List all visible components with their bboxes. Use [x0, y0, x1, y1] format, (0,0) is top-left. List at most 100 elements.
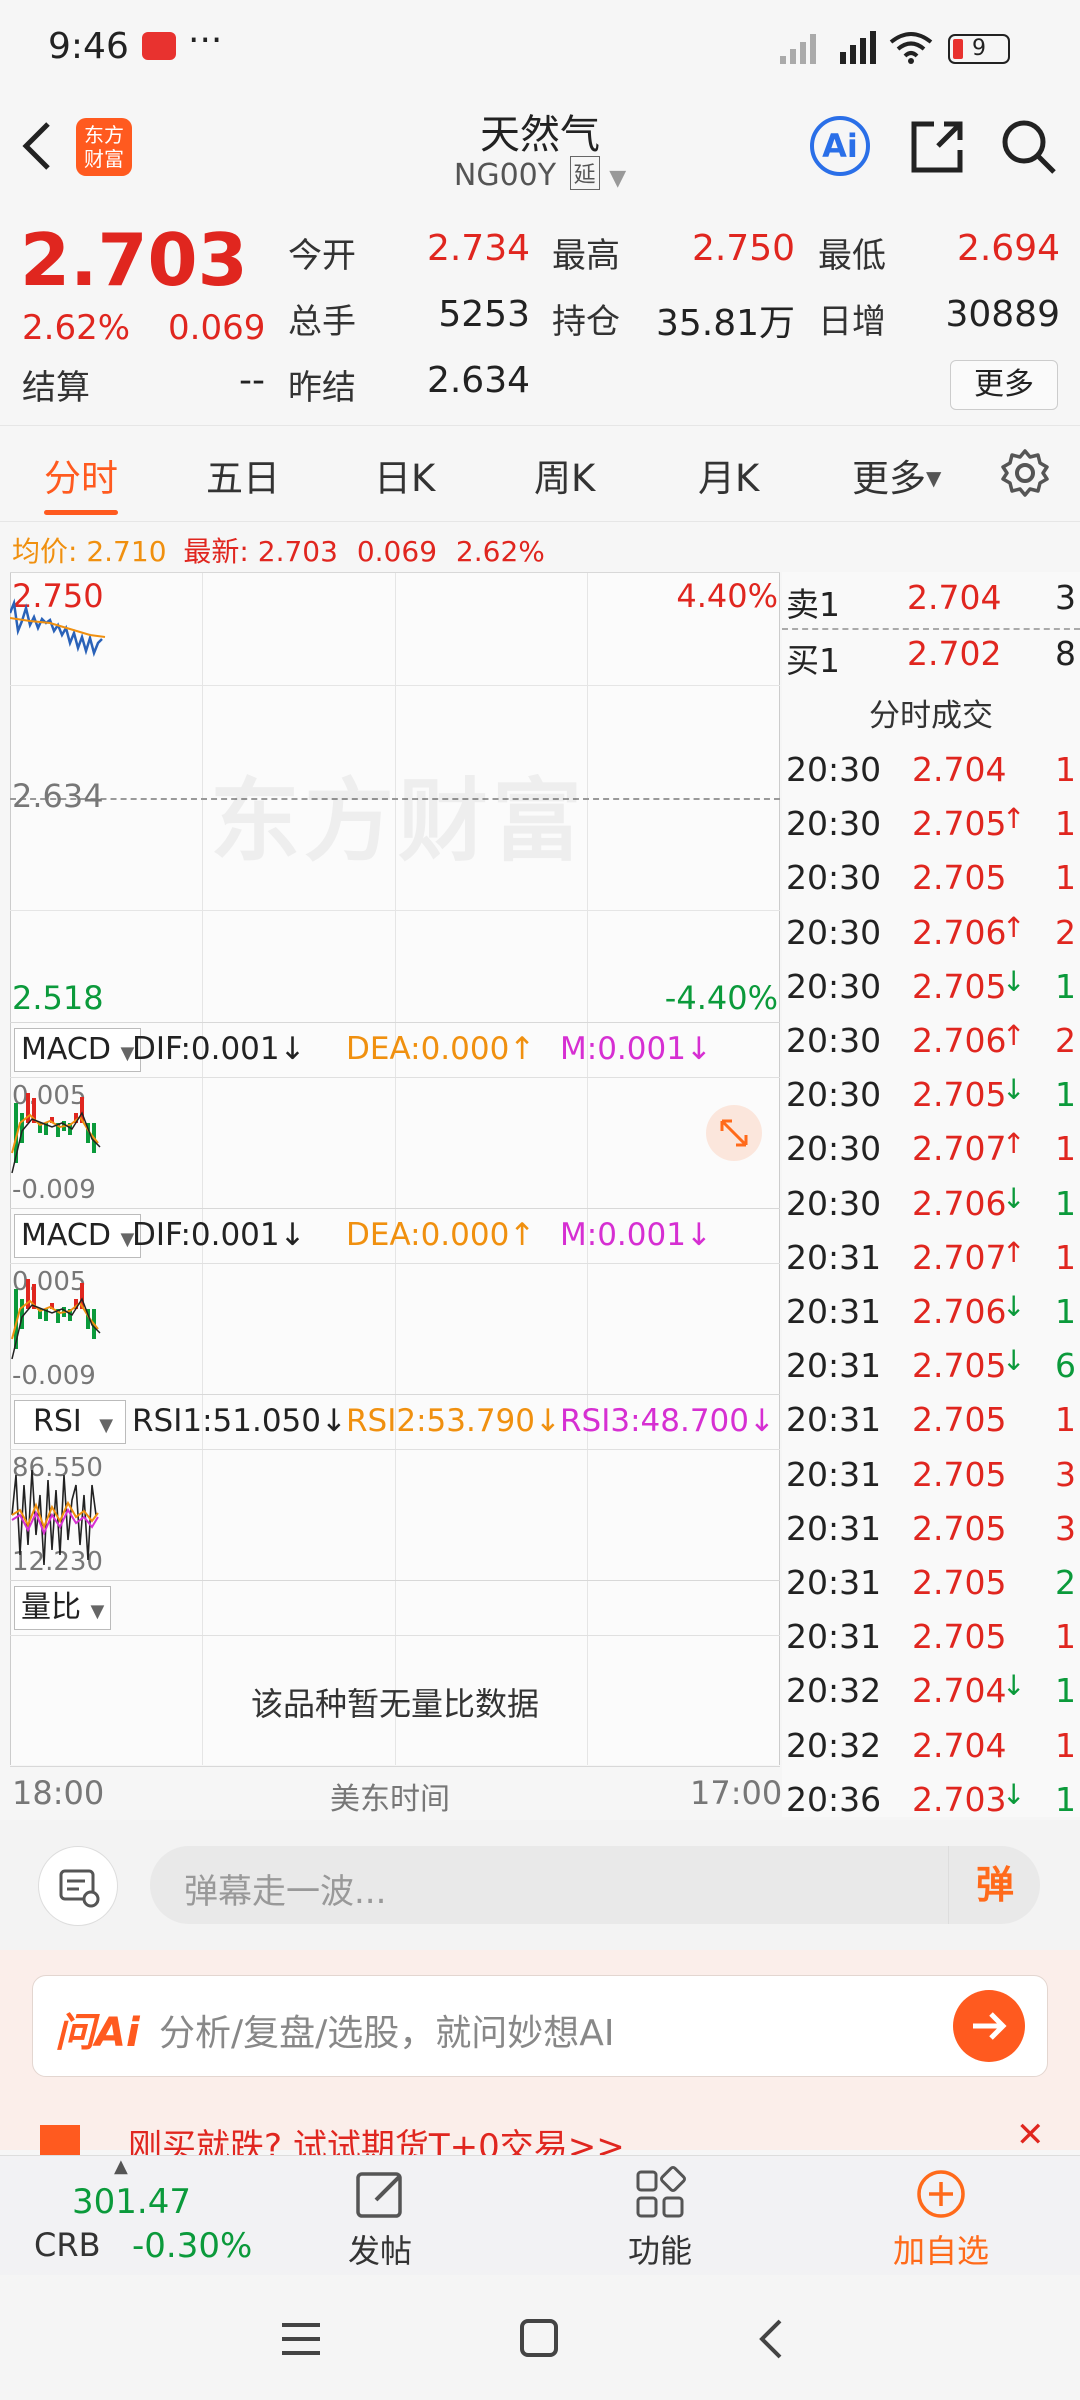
macd-panel-1: MACD ▼ DIF:0.001↓ DEA:0.000↑ M:0.001↓ 0.…: [10, 1022, 780, 1209]
macd-2-indicator-select[interactable]: MACD ▼: [14, 1214, 142, 1258]
menu-icon[interactable]: [280, 2319, 322, 2363]
function-label: 功能: [627, 2232, 692, 2270]
rsi-indicator-select[interactable]: RSI ▼: [14, 1400, 126, 1444]
tick-qty: 2: [1055, 1021, 1076, 1060]
edit-icon: [356, 2172, 402, 2218]
trade-ticks-panel: 卖1 2.704 3 买1 2.702 8 分时成交 20:30 2.704 1 20…: [782, 572, 1080, 1819]
tick-direction-icon: ↑: [1002, 1019, 1026, 1052]
settle-value: --: [239, 360, 265, 401]
latest-change: 0.069: [356, 535, 438, 568]
tick-direction-icon: ↓: [1002, 1669, 1026, 1703]
low-value: 2.694: [956, 228, 1060, 269]
latest-value: 2.703: [257, 535, 338, 568]
tick-direction-icon: ↓: [1002, 1073, 1026, 1107]
quote-panel: 2.703 2.62% 0.069 今开 2.734 最高 2.750 最低 2…: [0, 208, 1080, 423]
share-icon[interactable]: [908, 118, 966, 180]
danmaku-settings-icon[interactable]: [38, 1846, 118, 1926]
system-nav-bar: [0, 2275, 1080, 2400]
tick-direction-icon: ↑: [1002, 1235, 1026, 1269]
time-axis-zone: 美东时间: [330, 1782, 450, 1817]
daily-increase-value: 30889: [945, 294, 1060, 335]
caret-down-icon: ▼: [90, 1601, 105, 1622]
tick-row: 20:32 2.704 ↓ 1: [782, 1665, 1080, 1719]
tab-intraday[interactable]: 分时: [44, 448, 118, 502]
add-watchlist-button[interactable]: 加自选: [876, 2166, 1006, 2276]
rsi-panel: RSI ▼ RSI1:51.050↓ RSI2:53.790↓ RSI3:48.…: [10, 1394, 780, 1581]
macd-1-m: M:0.001↓: [560, 1031, 712, 1067]
tick-row: 20:32 2.704 1: [782, 1720, 1080, 1774]
danmaku-placeholder: 弹幕走一波...: [184, 1872, 387, 1912]
tick-price: 2.706: [912, 1183, 1007, 1223]
index-name: CRB: [34, 2226, 101, 2264]
tick-row: 20:31 2.705 3: [782, 1449, 1080, 1503]
back-icon[interactable]: [18, 118, 58, 178]
prev-settle-value: 2.634: [426, 360, 530, 401]
divider: [10, 1449, 780, 1450]
open-interest-value: 35.81万: [655, 303, 795, 344]
tab-weekly-k[interactable]: 周K: [534, 448, 595, 502]
expand-icon[interactable]: [706, 1105, 762, 1161]
wifi-icon: [888, 30, 934, 70]
tick-price: 2.705: [912, 1346, 1007, 1386]
contract-code[interactable]: NG00Y 延 ▼: [340, 156, 740, 193]
latest-pct: 2.62%: [455, 535, 545, 568]
ai-icon[interactable]: Ai: [810, 116, 870, 176]
more-quote-button[interactable]: 更多: [950, 360, 1058, 410]
tick-time: 20:36: [786, 1779, 882, 1819]
tick-qty: 3: [1055, 1454, 1076, 1494]
delay-tag: 延: [569, 156, 600, 190]
tab-five-day[interactable]: 五日: [206, 448, 280, 502]
tab-more[interactable]: 更多▼: [852, 448, 941, 502]
post-button[interactable]: 发帖: [330, 2166, 430, 2276]
tick-time: 20:31: [786, 1454, 882, 1494]
tick-qty: 1: [1055, 1671, 1076, 1711]
divider: [10, 1263, 780, 1264]
home-icon[interactable]: [518, 2317, 560, 2363]
danmaku-input[interactable]: 弹幕走一波... 弹: [150, 1846, 1040, 1924]
tick-qty: 2: [1055, 912, 1076, 952]
settings-icon[interactable]: [1000, 448, 1050, 502]
ask-ai-submit-icon[interactable]: [953, 1990, 1025, 2062]
rsi-3-value: RSI3:48.700↓: [560, 1403, 775, 1439]
divider: [10, 1077, 780, 1078]
plus-circle-icon: [917, 2170, 965, 2218]
chart-area[interactable]: 东方财富 2.750 4.40% 2.634 2.518 -4.40% MACD…: [10, 572, 780, 1767]
signal-icon: [778, 30, 828, 70]
danmaku-send-button[interactable]: 弹: [948, 1846, 1041, 1924]
tick-qty: 1: [1055, 804, 1076, 844]
tick-time: 20:31: [786, 1563, 882, 1602]
tick-direction-icon: ↓: [1002, 1290, 1026, 1323]
macd-1-dif: DIF:0.001↓: [132, 1031, 306, 1067]
tick-time: 20:30: [786, 858, 882, 898]
tick-qty: 1: [1055, 1237, 1076, 1277]
ask-ai-input[interactable]: 问Ai 分析/复盘/选股，就问妙想AI: [32, 1975, 1048, 2077]
tab-monthly-k[interactable]: 月K: [698, 448, 759, 502]
tick-time: 20:31: [786, 1292, 882, 1331]
change-pct: 2.62%: [22, 308, 131, 348]
rsi-legend: RSI ▼ RSI1:51.050↓ RSI2:53.790↓ RSI3:48.…: [10, 1395, 780, 1449]
close-icon[interactable]: ✕: [1016, 2115, 1045, 2155]
search-icon[interactable]: [1000, 118, 1058, 180]
macd-1-legend: MACD ▼ DIF:0.001↓ DEA:0.000↑ M:0.001↓: [10, 1023, 780, 1077]
bottom-price-label: 2.518: [12, 979, 104, 1017]
promo-banner[interactable]: 刚买就跌? 试试期货T+0交易>> ✕: [16, 2115, 1064, 2155]
tab-daily-k[interactable]: 日K: [374, 448, 435, 502]
back-nav-icon[interactable]: [756, 2317, 786, 2365]
index-ticker[interactable]: ▲ 301.47 CRB -0.30%: [0, 2156, 300, 2276]
status-bar: 9:46 ··· 9: [0, 0, 1080, 100]
volume-ratio-legend: 量比 ▼: [10, 1581, 780, 1635]
logo-text-bottom: 财富: [84, 147, 124, 171]
volume-ratio-select[interactable]: 量比 ▼: [14, 1586, 112, 1630]
macd-1-indicator-select[interactable]: MACD ▼: [14, 1028, 142, 1072]
bid-1-price: 2.702: [907, 634, 1002, 673]
tick-row: 20:31 2.707 ↑ 1: [782, 1232, 1080, 1286]
prev-settle-label: 昨结: [288, 368, 356, 408]
function-button[interactable]: 功能: [610, 2166, 710, 2276]
battery-icon: 9: [948, 34, 1010, 64]
tick-price: 2.703: [912, 1779, 1007, 1819]
bottom-pct-label: -4.40%: [664, 979, 778, 1017]
index-value: 301.47: [72, 2182, 191, 2222]
ask-1-label: 卖1: [786, 585, 840, 624]
status-more: ···: [188, 20, 223, 61]
tick-time: 20:31: [786, 1346, 882, 1386]
